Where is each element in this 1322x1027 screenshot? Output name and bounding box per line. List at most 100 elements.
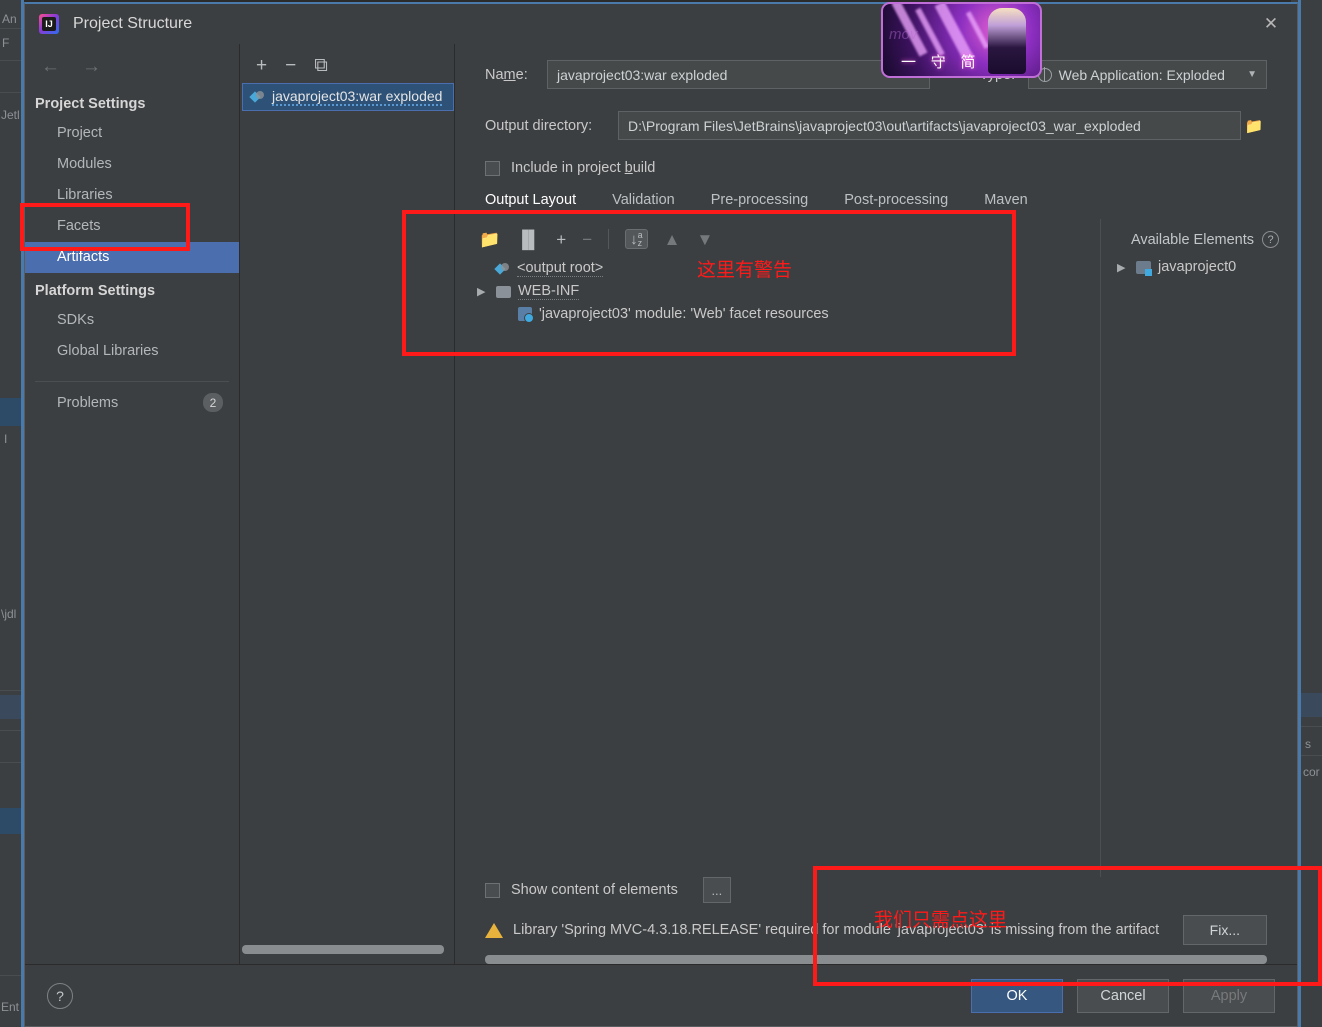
editor-horizontal-scrollbar[interactable]	[485, 955, 1267, 964]
remove-artifact-button[interactable]: −	[285, 56, 296, 75]
sidebar-group-title: Platform Settings	[35, 283, 156, 300]
show-content-row: Show content of elements ...	[455, 877, 1297, 903]
background-fragment: \jdl	[1, 607, 17, 621]
click-here-note: 我们只需点这里	[874, 910, 1008, 931]
output-layout-area: 📁 ▐▌ +− ↓az ▲ ▼ ▶ <output root> ▶ WEB-INF ▶ 'javap…	[467, 219, 1285, 877]
available-element-row[interactable]: ▶ javaproject0	[1101, 256, 1285, 278]
output-directory-input[interactable]: D:\Program Files\JetBrains\javaproject03…	[618, 111, 1241, 140]
available-element-label: javaproject0	[1158, 259, 1237, 275]
artifact-name-input[interactable]: javaproject03:war exploded	[547, 60, 930, 89]
overlay-caption: 一 守 简	[901, 53, 981, 71]
sidebar-item-label: Problems	[57, 394, 119, 411]
background-fragment: s	[1305, 737, 1311, 751]
create-directory-button[interactable]: 📁	[479, 231, 500, 248]
artifacts-list: javaproject03:war exploded	[240, 83, 454, 945]
sidebar-item-global-libraries[interactable]: Global Libraries	[25, 336, 239, 367]
cancel-button[interactable]: Cancel	[1077, 978, 1169, 1013]
fix-button[interactable]: Fix...	[1182, 915, 1267, 945]
help-icon[interactable]: ?	[47, 982, 73, 1009]
sidebar-item-problems[interactable]: Problems 2	[25, 388, 239, 417]
tab-pre-processing[interactable]: Pre-processing	[711, 192, 809, 211]
artifact-type-value: Web Application: Exploded	[1058, 66, 1225, 83]
include-in-build-row: Include in project build	[455, 160, 1297, 176]
name-label: Name:	[485, 66, 528, 83]
background-accent-edge	[1298, 0, 1301, 1027]
tab-post-processing[interactable]: Post-processing	[844, 192, 948, 211]
available-elements-header: Available Elements ?	[1101, 219, 1285, 256]
more-options-button[interactable]: ...	[702, 877, 731, 903]
output-directory-label: Output directory:	[485, 117, 593, 134]
dialog-buttons: OK Cancel Apply	[971, 978, 1275, 1013]
dialog-body: ← → Project Settings Project Modules Librar…	[25, 44, 1297, 964]
artifact-list-item[interactable]: javaproject03:war exploded	[242, 83, 454, 111]
project-structure-dialog: Project Structure ✕ ← → Project Settings…	[24, 2, 1298, 1027]
background-fragment: cor	[1303, 765, 1320, 779]
sidebar-item-project[interactable]: Project	[25, 118, 239, 149]
background-row	[1298, 693, 1322, 717]
sidebar-item-artifacts[interactable]: Artifacts	[25, 242, 239, 274]
background-fragment: An	[2, 12, 17, 26]
sidebar-item-facets[interactable]: Facets	[25, 211, 239, 242]
sidebar-item-modules[interactable]: Modules	[25, 149, 239, 180]
warning-here-note: 这里有警告	[697, 260, 793, 281]
folder-icon	[496, 285, 511, 298]
intellij-idea-icon	[39, 14, 59, 34]
create-archive-button[interactable]: ▐▌	[516, 231, 540, 248]
artifact-list-item-label: javaproject03:war exploded	[272, 88, 443, 106]
overlay-watermark: mov	[889, 26, 918, 43]
remove-element-button: −	[582, 229, 593, 249]
arrow-right-icon[interactable]: →	[82, 56, 101, 78]
help-icon[interactable]: ?	[1262, 231, 1279, 248]
expand-triangle-icon[interactable]: ▶	[477, 285, 489, 298]
name-row: Name: javaproject03:war exploded Type: W…	[455, 60, 1297, 89]
tree-row[interactable]: ▶ WEB-INF	[477, 280, 1100, 303]
tab-validation[interactable]: Validation	[612, 192, 675, 211]
sidebar-item-libraries[interactable]: Libraries	[25, 180, 239, 211]
add-artifact-button[interactable]: +	[256, 56, 267, 75]
background-fragment: F	[2, 36, 10, 50]
sort-alphabetically-button[interactable]: ↓ a z	[625, 229, 648, 249]
output-layout-tree-panel: 📁 ▐▌ +− ↓az ▲ ▼ ▶ <output root> ▶ WEB-INF ▶ 'javap…	[467, 219, 1100, 877]
output-directory-row: Output directory: D:\Program Files\JetBr…	[455, 111, 1297, 140]
background-fragment: Ent	[1, 1000, 20, 1014]
artifact-icon	[251, 90, 265, 104]
include-in-build-checkbox[interactable]	[485, 160, 500, 176]
artifact-root-icon	[496, 262, 510, 276]
move-down-button: ▼	[696, 229, 714, 249]
module-icon	[1136, 260, 1152, 276]
artifacts-toolbar: + − ⧉	[240, 44, 454, 83]
artifact-editor-panel: Name: javaproject03:war exploded Type: W…	[455, 44, 1297, 964]
background-fragment: I	[4, 432, 8, 446]
sidebar-item-sdks[interactable]: SDKs	[25, 305, 239, 336]
dialog-title: Project Structure	[73, 15, 193, 32]
sidebar-nav: ← →	[25, 44, 239, 86]
artifacts-horizontal-scrollbar[interactable]	[242, 945, 444, 954]
output-layout-toolbar: 📁 ▐▌ + − ↓ a z ▲ ▼	[467, 219, 1100, 257]
sidebar-group-title: Project Settings	[35, 96, 146, 112]
expand-triangle-icon[interactable]: ▶	[1117, 261, 1129, 274]
available-elements-title: Available Elements	[1130, 231, 1254, 248]
dialog-titlebar: Project Structure ✕	[25, 4, 1297, 44]
artifact-warning-text: Library 'Spring MVC-4.3.18.RELEASE' requ…	[513, 922, 1160, 938]
background-divider	[1298, 755, 1322, 756]
game-art-overlay: mov 一 守 简	[881, 2, 1042, 78]
folder-open-icon[interactable]: 📁	[1241, 117, 1267, 135]
add-copy-of-button[interactable]: +	[556, 231, 566, 248]
warning-triangle-icon	[485, 922, 503, 938]
show-content-label: Show content of elements	[511, 882, 678, 898]
artifacts-list-panel: + − ⧉ javaproject03:war exploded	[240, 44, 455, 964]
show-content-checkbox[interactable]	[485, 882, 500, 898]
toolbar-separator	[608, 229, 610, 249]
tab-maven[interactable]: Maven	[984, 192, 1028, 211]
artifact-type-dropdown[interactable]: Web Application: Exploded ▼	[1027, 60, 1267, 89]
arrow-left-icon[interactable]: ←	[41, 56, 60, 78]
problems-count-badge: 2	[203, 393, 223, 413]
settings-sidebar: ← → Project Settings Project Modules Librar…	[25, 44, 240, 964]
tab-output-layout[interactable]: Output Layout	[485, 192, 576, 211]
available-elements-panel: Available Elements ? ▶ javaproject0	[1100, 219, 1285, 877]
tree-row-label: 'javaproject03' module: 'Web' facet reso…	[539, 306, 829, 322]
tree-row[interactable]: ▶ 'javaproject03' module: 'Web' facet res…	[477, 303, 1100, 325]
ok-button[interactable]: OK	[971, 978, 1063, 1013]
close-icon[interactable]: ✕	[1259, 12, 1283, 36]
copy-artifact-button[interactable]: ⧉	[314, 56, 328, 75]
